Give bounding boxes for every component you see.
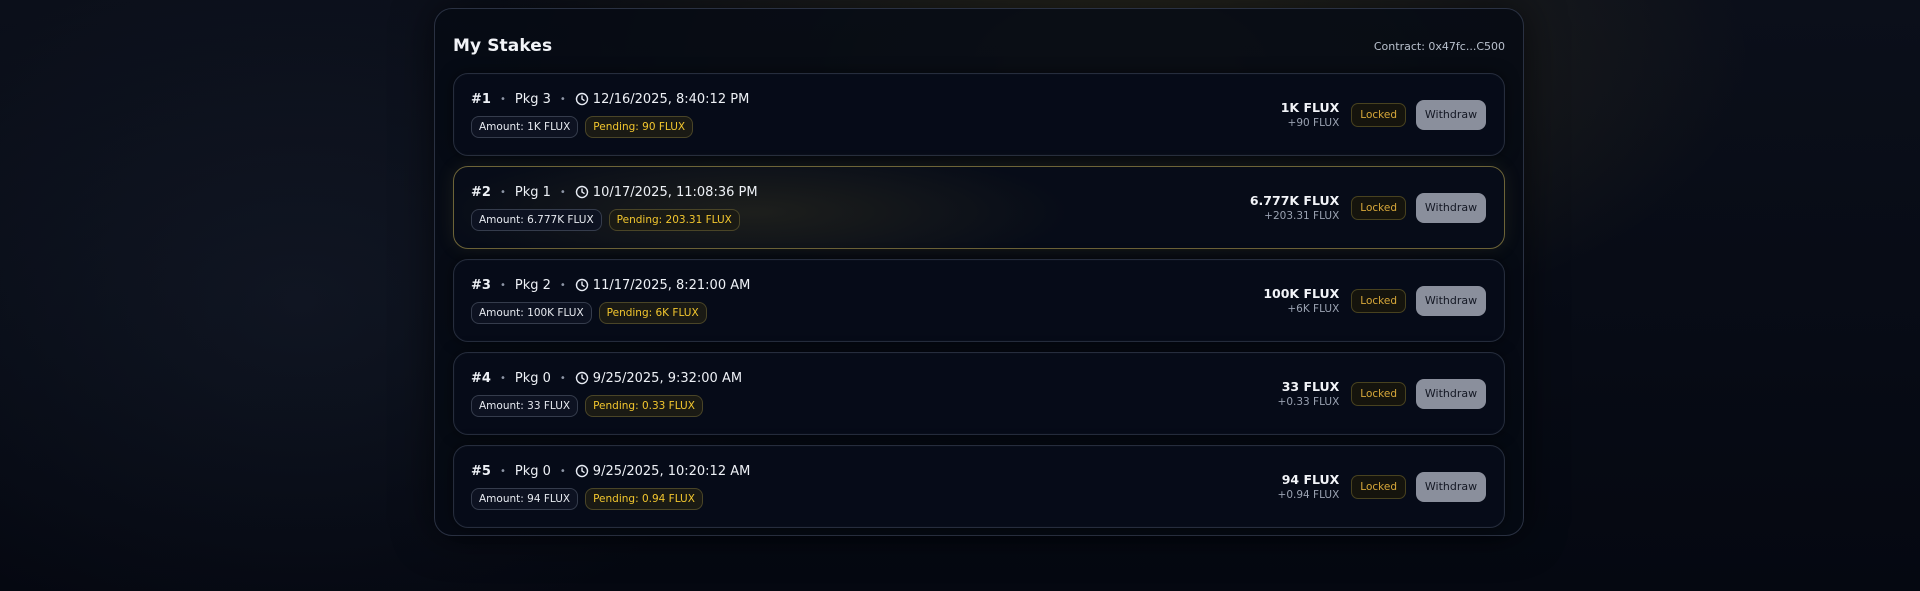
stake-id: #5 — [471, 463, 491, 479]
stake-total: 33 FLUX — [1281, 379, 1340, 394]
stake-date: 12/16/2025, 8:40:12 PM — [592, 91, 750, 107]
stake-reward: +90 FLUX — [1287, 117, 1340, 129]
stake-total: 94 FLUX — [1281, 472, 1340, 487]
amount-badge: Amount: 100K FLUX — [471, 301, 592, 324]
separator-dot: • — [559, 279, 566, 291]
page-title: My Stakes — [453, 36, 553, 56]
stakes-list: #1 • Pkg 3 • 12/16/2025, 8:40:12 PM Amou… — [453, 73, 1505, 528]
stake-card: #5 • Pkg 0 • 9/25/2025, 10:20:12 AM Amou… — [453, 445, 1505, 528]
amount-badge: Amount: 94 FLUX — [471, 487, 579, 510]
stake-date: 10/17/2025, 11:08:36 PM — [592, 184, 758, 200]
clock-icon — [575, 371, 589, 385]
stake-card: #1 • Pkg 3 • 12/16/2025, 8:40:12 PM Amou… — [453, 73, 1505, 156]
stake-total: 1K FLUX — [1280, 100, 1340, 115]
stake-reward: +203.31 FLUX — [1264, 210, 1340, 222]
separator-dot: • — [499, 279, 506, 291]
clock-icon — [575, 92, 589, 106]
pending-badge: Pending: 90 FLUX — [585, 115, 694, 138]
separator-dot: • — [559, 186, 566, 198]
stake-reward: +0.33 FLUX — [1277, 396, 1340, 408]
pending-badge: Pending: 0.33 FLUX — [585, 394, 703, 417]
locked-status-badge: Locked — [1351, 102, 1406, 127]
withdraw-button[interactable]: Withdraw — [1416, 99, 1486, 130]
separator-dot: • — [499, 93, 506, 105]
locked-status-badge: Locked — [1351, 381, 1406, 406]
stake-total: 6.777K FLUX — [1249, 193, 1340, 208]
stake-reward: +0.94 FLUX — [1277, 489, 1340, 501]
separator-dot: • — [499, 372, 506, 384]
stake-date: 9/25/2025, 9:32:00 AM — [592, 370, 743, 386]
separator-dot: • — [559, 372, 566, 384]
amount-badge: Amount: 6.777K FLUX — [471, 208, 602, 231]
contract-address: Contract: 0x47fc...C500 — [1373, 39, 1505, 53]
stake-date: 9/25/2025, 10:20:12 AM — [592, 463, 751, 479]
locked-status-badge: Locked — [1351, 195, 1406, 220]
stake-package: Pkg 2 — [514, 277, 551, 293]
my-stakes-panel: My Stakes Contract: 0x47fc...C500 #1 • P… — [434, 8, 1524, 536]
stake-card: #3 • Pkg 2 • 11/17/2025, 8:21:00 AM Amou… — [453, 259, 1505, 342]
stake-id: #3 — [471, 277, 491, 293]
panel-header: My Stakes Contract: 0x47fc...C500 — [453, 23, 1505, 69]
stake-card: #2 • Pkg 1 • 10/17/2025, 11:08:36 PM Amo… — [453, 166, 1505, 249]
separator-dot: • — [499, 465, 506, 477]
stake-package: Pkg 0 — [514, 463, 551, 479]
amount-badge: Amount: 1K FLUX — [471, 115, 579, 138]
withdraw-button[interactable]: Withdraw — [1416, 285, 1486, 316]
stake-package: Pkg 3 — [514, 91, 551, 107]
withdraw-button[interactable]: Withdraw — [1416, 471, 1486, 502]
locked-status-badge: Locked — [1351, 288, 1406, 313]
clock-icon — [575, 185, 589, 199]
stake-total: 100K FLUX — [1263, 286, 1340, 301]
locked-status-badge: Locked — [1351, 474, 1406, 499]
withdraw-button[interactable]: Withdraw — [1416, 192, 1486, 223]
separator-dot: • — [559, 93, 566, 105]
stake-id: #1 — [471, 91, 491, 107]
separator-dot: • — [559, 465, 566, 477]
amount-badge: Amount: 33 FLUX — [471, 394, 579, 417]
stake-reward: +6K FLUX — [1287, 303, 1340, 315]
pending-badge: Pending: 6K FLUX — [598, 301, 707, 324]
clock-icon — [575, 464, 589, 478]
withdraw-button[interactable]: Withdraw — [1416, 378, 1486, 409]
pending-badge: Pending: 0.94 FLUX — [585, 487, 703, 510]
stake-card: #4 • Pkg 0 • 9/25/2025, 9:32:00 AM Amoun… — [453, 352, 1505, 435]
separator-dot: • — [499, 186, 506, 198]
stake-id: #4 — [471, 370, 491, 386]
stake-package: Pkg 1 — [514, 184, 551, 200]
stake-id: #2 — [471, 184, 491, 200]
pending-badge: Pending: 203.31 FLUX — [608, 208, 740, 231]
stake-date: 11/17/2025, 8:21:00 AM — [592, 277, 751, 293]
clock-icon — [575, 278, 589, 292]
stake-package: Pkg 0 — [514, 370, 551, 386]
